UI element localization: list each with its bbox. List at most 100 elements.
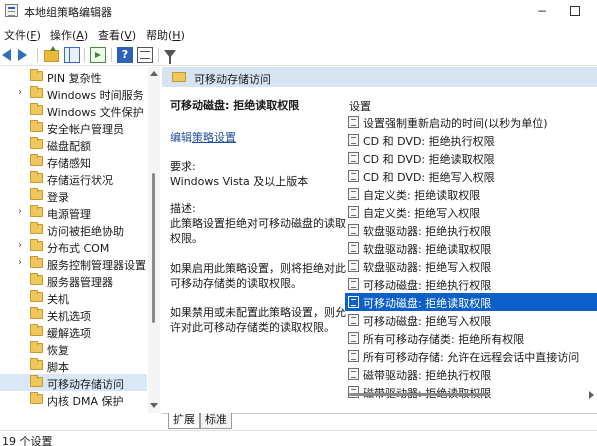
tree-item[interactable]: 关机选项 bbox=[0, 306, 147, 323]
setting-row[interactable]: 可移动磁盘: 拒绝写入权限 bbox=[345, 311, 597, 329]
tree-item[interactable]: 恢复 bbox=[0, 340, 147, 357]
tree-item[interactable]: 存储运行状况 bbox=[0, 170, 147, 187]
menu-file-accel: F bbox=[30, 29, 37, 42]
tree-item[interactable]: 安全帐户管理员 bbox=[0, 119, 147, 136]
minimize-button[interactable]: − bbox=[532, 2, 552, 20]
help-icon[interactable]: ? bbox=[117, 47, 133, 63]
description-label: 描述: bbox=[170, 202, 196, 215]
view-tabs: 扩展 标准 bbox=[162, 413, 597, 429]
policy-setting-icon bbox=[348, 116, 359, 128]
setting-row[interactable]: 磁带驱动器: 拒绝执行权限 bbox=[345, 365, 597, 383]
scroll-right-arrow-icon[interactable] bbox=[589, 391, 594, 399]
folder-icon bbox=[30, 137, 43, 149]
details-header-title: 可移动存储访问 bbox=[194, 73, 271, 86]
tree-item-label: 登录 bbox=[47, 191, 69, 204]
tree-item[interactable]: Windows 文件保护 bbox=[0, 102, 147, 119]
setting-row[interactable]: CD 和 DVD: 拒绝写入权限 bbox=[345, 167, 597, 185]
menu-action[interactable]: 操作(A) bbox=[50, 27, 88, 43]
tab-standard[interactable]: 标准 bbox=[200, 413, 232, 429]
tree-item[interactable]: PIN 复杂性 bbox=[0, 68, 147, 85]
tree-item[interactable]: 脚本 bbox=[0, 357, 147, 374]
scroll-up-arrow-icon[interactable] bbox=[150, 71, 158, 76]
setting-row[interactable]: CD 和 DVD: 拒绝执行权限 bbox=[345, 131, 597, 149]
tree-item[interactable]: › Windows 时间服务 bbox=[0, 85, 147, 102]
maximize-button[interactable] bbox=[565, 2, 585, 20]
tree-item[interactable]: 缓解选项 bbox=[0, 323, 147, 340]
tree-item[interactable]: 存储感知 bbox=[0, 153, 147, 170]
setting-row[interactable]: 软盘驱动器: 拒绝写入权限 bbox=[345, 257, 597, 275]
scrollbar-thumb[interactable] bbox=[349, 393, 487, 396]
setting-row[interactable]: 可移动磁盘: 拒绝执行权限 bbox=[345, 275, 597, 293]
requirements-value: Windows Vista 及以上版本 bbox=[170, 175, 309, 188]
tree-item-label: 缓解选项 bbox=[47, 327, 91, 340]
setting-row[interactable]: 软盘驱动器: 拒绝执行权限 bbox=[345, 221, 597, 239]
requirements-label: 要求: bbox=[170, 160, 196, 173]
setting-row[interactable]: 软盘驱动器: 拒绝读取权限 bbox=[345, 239, 597, 257]
tab-extended[interactable]: 扩展 bbox=[168, 413, 200, 429]
properties-view-icon[interactable] bbox=[137, 47, 153, 63]
toolbar-separator bbox=[111, 48, 112, 62]
setting-row[interactable]: 自定义类: 拒绝读取权限 bbox=[345, 185, 597, 203]
setting-row[interactable]: CD 和 DVD: 拒绝读取权限 bbox=[345, 149, 597, 167]
description-line: 权限。 bbox=[170, 232, 203, 245]
folder-icon bbox=[30, 69, 43, 81]
tree-item[interactable]: › 分布式 COM bbox=[0, 238, 147, 255]
tree-scrollbar[interactable] bbox=[148, 67, 160, 413]
description-line: 此策略设置拒绝对可移动磁盘的读取 bbox=[170, 217, 346, 230]
menu-view[interactable]: 查看(V) bbox=[98, 27, 136, 43]
folder-icon bbox=[30, 392, 43, 404]
setting-row-selected[interactable]: 可移动磁盘: 拒绝读取权限 bbox=[345, 293, 597, 311]
menu-bar: 文件(F) 操作(A) 查看(V) 帮助(H) bbox=[0, 24, 597, 44]
folder-icon bbox=[30, 205, 43, 217]
folder-icon bbox=[30, 222, 43, 234]
setting-row[interactable]: 所有可移动存储类: 拒绝所有权限 bbox=[345, 329, 597, 347]
menu-file-label: 文件 bbox=[4, 29, 26, 42]
tree-item-label: 关机 bbox=[47, 293, 69, 306]
up-one-level-icon[interactable] bbox=[44, 46, 59, 62]
folder-icon bbox=[30, 86, 43, 98]
expand-chevron-icon[interactable]: › bbox=[18, 87, 22, 98]
scroll-down-arrow-icon[interactable] bbox=[150, 403, 158, 408]
settings-column-header[interactable]: 设置 bbox=[349, 98, 371, 114]
expand-chevron-icon[interactable]: › bbox=[18, 257, 22, 268]
setting-row[interactable]: 自定义类: 拒绝写入权限 bbox=[345, 203, 597, 221]
back-arrow-icon[interactable] bbox=[2, 49, 11, 61]
tree-item[interactable]: › 服务控制管理器设置 bbox=[0, 255, 147, 272]
setting-row[interactable]: 设置强制重新启动的时间(以秒为单位) bbox=[345, 113, 597, 131]
tree-item-label: 脚本 bbox=[47, 361, 69, 374]
tree-item[interactable]: 服务器管理器 bbox=[0, 272, 147, 289]
tree-item[interactable]: 磁盘配额 bbox=[0, 136, 147, 153]
policy-setting-icon bbox=[348, 314, 359, 326]
toolbar-separator bbox=[158, 48, 159, 62]
tree-item[interactable]: 访问被拒绝协助 bbox=[0, 221, 147, 238]
settings-horizontal-scrollbar[interactable] bbox=[349, 390, 597, 400]
setting-label: 设置强制重新启动的时间(以秒为单位) bbox=[363, 117, 548, 130]
tree-item[interactable]: 内核 DMA 保护 bbox=[0, 391, 147, 408]
edit-policy-settings-link[interactable]: 策略设置 bbox=[192, 131, 236, 144]
policy-setting-icon bbox=[348, 260, 359, 272]
tree-item-label: 分布式 COM bbox=[47, 242, 110, 255]
scrollbar-thumb[interactable] bbox=[152, 173, 155, 323]
expand-chevron-icon[interactable]: › bbox=[18, 240, 22, 251]
tree-item[interactable]: 关机 bbox=[0, 289, 147, 306]
settings-list: 设置 设置强制重新启动的时间(以秒为单位) CD 和 DVD: 拒绝执行权限 C… bbox=[345, 89, 597, 409]
export-list-icon[interactable] bbox=[90, 47, 106, 63]
setting-label: 可移动磁盘: 拒绝读取权限 bbox=[363, 297, 492, 310]
menu-file[interactable]: 文件(F) bbox=[4, 27, 41, 43]
tree-item[interactable]: 登录 bbox=[0, 187, 147, 204]
enabled-description-line: 如果启用此策略设置，则将拒绝对此 bbox=[170, 262, 346, 275]
setting-label: 软盘驱动器: 拒绝写入权限 bbox=[363, 261, 492, 274]
details-pane: 可移动存储访问 可移动磁盘: 拒绝读取权限 编辑策略设置 要求: Windows… bbox=[162, 67, 597, 413]
expand-chevron-icon[interactable]: › bbox=[18, 206, 22, 217]
setting-label: 自定义类: 拒绝写入权限 bbox=[363, 207, 481, 220]
setting-row[interactable]: 所有可移动存储: 允许在远程会话中直接访问 bbox=[345, 347, 597, 365]
folder-icon bbox=[30, 290, 43, 302]
forward-arrow-icon[interactable] bbox=[18, 49, 27, 61]
tree-item[interactable]: › 电源管理 bbox=[0, 204, 147, 221]
tree-item-removable-storage-access[interactable]: 可移动存储访问 bbox=[0, 374, 147, 391]
folder-icon bbox=[30, 171, 43, 183]
menu-help[interactable]: 帮助(H) bbox=[146, 27, 185, 43]
show-hide-tree-icon[interactable] bbox=[64, 47, 80, 63]
title-bar: 本地组策略编辑器 − bbox=[0, 0, 597, 22]
filter-icon[interactable] bbox=[164, 50, 176, 64]
